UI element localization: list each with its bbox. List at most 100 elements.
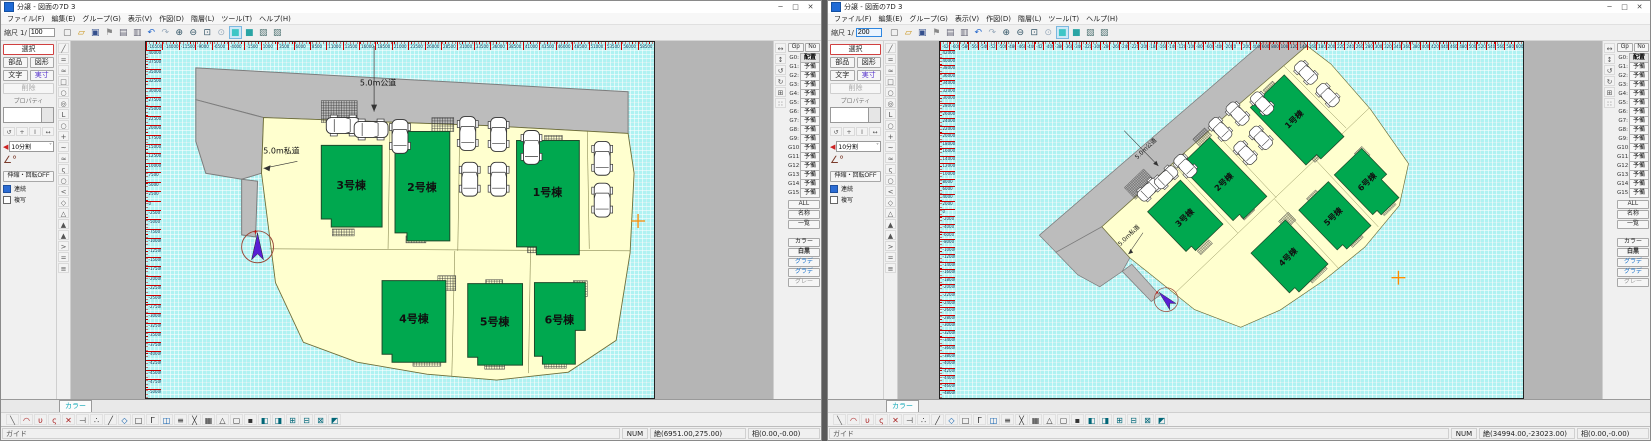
double-circle-tool-icon[interactable]: ◎	[58, 98, 69, 108]
horizontal-flip-icon[interactable]: ↔	[869, 127, 881, 136]
pan-vertical-icon[interactable]: ↕	[775, 54, 786, 64]
fit-view-icon[interactable]: ⊞	[775, 87, 786, 97]
gp-name-button[interactable]: 名称	[788, 210, 820, 219]
diamond-icon[interactable]: ◇	[118, 414, 131, 425]
divide-count-select[interactable]: 10分割 ˅	[9, 141, 54, 152]
close-button[interactable]: ✕	[803, 1, 818, 13]
measure-button[interactable]: 実寸	[857, 70, 882, 81]
hatch-tool-icon[interactable]: ≡	[58, 263, 69, 273]
open-folder-icon[interactable]: ▱	[75, 26, 88, 39]
copy-checkbox[interactable]	[830, 196, 838, 204]
private-road-strip[interactable]	[242, 179, 258, 237]
new-file-icon[interactable]: ▢	[888, 26, 901, 39]
shape-button[interactable]: 図形	[30, 57, 55, 68]
fill-icon[interactable]: ▪	[1071, 414, 1084, 425]
triangle-tool-icon[interactable]: △	[58, 208, 69, 218]
north-compass[interactable]	[242, 230, 274, 263]
lines-icon[interactable]: ≡	[174, 414, 187, 425]
minimize-button[interactable]: ─	[773, 1, 788, 13]
gray-mode-button[interactable]: グレー	[1617, 278, 1649, 287]
corner-icon[interactable]: Γ	[146, 414, 159, 425]
menu-item[interactable]: グループ(G)	[907, 14, 949, 24]
spline-tool-icon[interactable]: ≈	[885, 153, 896, 163]
car[interactable]	[459, 162, 480, 196]
continuous-checkbox[interactable]	[830, 185, 838, 193]
canvas-viewport[interactable]: 3号棟2号棟1号棟4号棟5号棟6号棟5.0m公道5.0m私道 -62000-60…	[898, 41, 1602, 399]
menu-item[interactable]: 作図(D)	[157, 14, 186, 24]
rectangle-icon[interactable]: □	[959, 414, 972, 425]
trim-icon[interactable]: ⊣	[76, 414, 89, 425]
select-mode-button[interactable]: 選択	[3, 44, 54, 55]
property-expand-button[interactable]	[868, 108, 880, 122]
redo-icon[interactable]: ↷	[986, 26, 999, 39]
pan-horizontal-icon[interactable]: ↔	[775, 43, 786, 53]
rotate-icon[interactable]: ↺	[830, 127, 842, 136]
half-left-icon[interactable]: ◧	[258, 414, 271, 425]
points-icon[interactable]: ∴	[917, 414, 930, 425]
double-circle-tool-icon[interactable]: ◎	[885, 98, 896, 108]
corner-box-icon[interactable]: ◩	[328, 414, 341, 425]
cross-tool-icon[interactable]: +	[885, 131, 896, 141]
corner-icon[interactable]: Γ	[973, 414, 986, 425]
divide-count-select[interactable]: 10分割 ˅	[836, 141, 881, 152]
print-preview-icon[interactable]: ▤	[117, 26, 130, 39]
property-box[interactable]	[830, 107, 881, 123]
stretch-rotate-off-button[interactable]: 伸縮・回転OFF	[3, 171, 54, 182]
ellipse-tool-icon[interactable]: ○	[885, 120, 896, 130]
spline-icon[interactable]: ς	[875, 414, 888, 425]
cross-lines-icon[interactable]: ╳	[188, 414, 201, 425]
gray-mode-button[interactable]: グレー	[788, 278, 820, 287]
print-preview-icon[interactable]: ▤	[944, 26, 957, 39]
diagonal-icon[interactable]: ╱	[104, 414, 117, 425]
lines-icon[interactable]: ≡	[1001, 414, 1014, 425]
print-icon[interactable]: ▥	[131, 26, 144, 39]
gp-row-label[interactable]: 予備	[1629, 188, 1649, 198]
gp-row[interactable]: G15:予備	[788, 188, 820, 197]
rect-tool-icon[interactable]: □	[885, 76, 896, 86]
circle-tool-icon[interactable]: ○	[885, 87, 896, 97]
car[interactable]	[488, 118, 509, 152]
diagonal-icon[interactable]: ╱	[931, 414, 944, 425]
mono-mode-button[interactable]: 白黒	[788, 248, 820, 257]
flag-icon[interactable]: ⚑	[930, 26, 943, 39]
property-box[interactable]	[3, 107, 54, 123]
car[interactable]	[592, 141, 613, 175]
arc-tool-icon[interactable]: ○	[58, 175, 69, 185]
undo-icon[interactable]: ↶	[972, 26, 985, 39]
angle-tool-icon[interactable]: <	[885, 186, 896, 196]
equal-tool-icon[interactable]: =	[58, 252, 69, 262]
solid-triangle-tool-icon[interactable]: ▲	[58, 219, 69, 229]
pan-horizontal-icon[interactable]: ↔	[1604, 43, 1615, 53]
curve-icon[interactable]: υ	[34, 414, 47, 425]
diamond-tool-icon[interactable]: ◇	[58, 197, 69, 207]
corner-tool-icon[interactable]: L	[58, 109, 69, 119]
print-icon[interactable]: ▥	[958, 26, 971, 39]
scale-input[interactable]	[29, 28, 55, 37]
continuous-checkbox[interactable]	[3, 185, 11, 193]
gp-row-label[interactable]: 予備	[800, 188, 820, 198]
zoom-in-icon[interactable]: ⊕	[1000, 26, 1013, 39]
wave-tool-icon[interactable]: ≈	[885, 65, 896, 75]
menu-item[interactable]: ヘルプ(H)	[1084, 14, 1120, 24]
site-plan[interactable]: 3号棟2号棟1号棟4号棟5号棟6号棟5.0m公道5.0m私道	[1028, 42, 1439, 398]
grade2-mode-button[interactable]: グラデ	[1617, 268, 1649, 277]
wave-tool-icon[interactable]: ≈	[58, 65, 69, 75]
no-sort-button[interactable]: No	[1634, 43, 1650, 52]
erase-icon[interactable]: ✕	[889, 414, 902, 425]
menu-item[interactable]: 階層(L)	[189, 14, 216, 24]
arc-tool-icon[interactable]: ○	[885, 175, 896, 185]
layer-view-icon[interactable]: ■	[1070, 26, 1083, 39]
gp-sort-button[interactable]: Gp	[788, 43, 804, 52]
gp-name-button[interactable]: 名称	[1617, 210, 1649, 219]
color-mode-tab[interactable]: カラー	[59, 400, 92, 413]
delete-button[interactable]: 削除	[830, 83, 881, 94]
vertical-flip-icon[interactable]: I	[856, 127, 868, 136]
car[interactable]	[390, 120, 411, 154]
grid-dots-icon[interactable]: ∷	[775, 98, 786, 108]
triangle-icon[interactable]: △	[216, 414, 229, 425]
delete-button[interactable]: 削除	[3, 83, 54, 94]
undo-icon[interactable]: ↶	[145, 26, 158, 39]
car[interactable]	[592, 183, 613, 217]
grid-dots-icon[interactable]: ∷	[1604, 98, 1615, 108]
car[interactable]	[488, 162, 509, 196]
